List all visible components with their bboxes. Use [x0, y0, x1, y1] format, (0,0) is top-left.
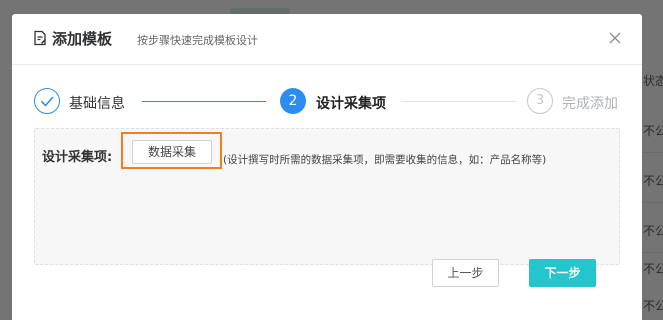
previous-step-button[interactable]: 上一步	[432, 259, 499, 287]
document-edit-icon	[33, 30, 47, 46]
next-step-button[interactable]: 下一步	[529, 259, 596, 287]
step-2-circle: 2	[280, 88, 306, 114]
dialog-header: 添加模板 按步骤快速完成模板设计	[12, 14, 642, 65]
design-fields-hint: (设计撰写时所需的数据采集项，即需要收集的信息，如：产品名称等)	[223, 154, 547, 166]
close-icon[interactable]	[607, 30, 623, 46]
step-connector-pending	[401, 101, 517, 102]
step-1-circle	[34, 88, 60, 114]
step-3-circle: 3	[527, 88, 553, 114]
dialog-subtitle: 按步骤快速完成模板设计	[137, 34, 258, 47]
step-2-label: 设计采集项	[316, 96, 386, 112]
dialog-title: 添加模板	[52, 30, 113, 48]
data-collect-button[interactable]: 数据采集	[132, 140, 212, 164]
design-fields-label: 设计采集项:	[42, 150, 113, 165]
add-template-dialog: 添加模板 按步骤快速完成模板设计 基础信息 2 设计采集项 3 完成添加 设计采…	[12, 14, 642, 320]
step-3-label: 完成添加	[562, 96, 618, 112]
step-connector-completed	[142, 101, 266, 102]
step-1-label: 基础信息	[69, 96, 125, 112]
